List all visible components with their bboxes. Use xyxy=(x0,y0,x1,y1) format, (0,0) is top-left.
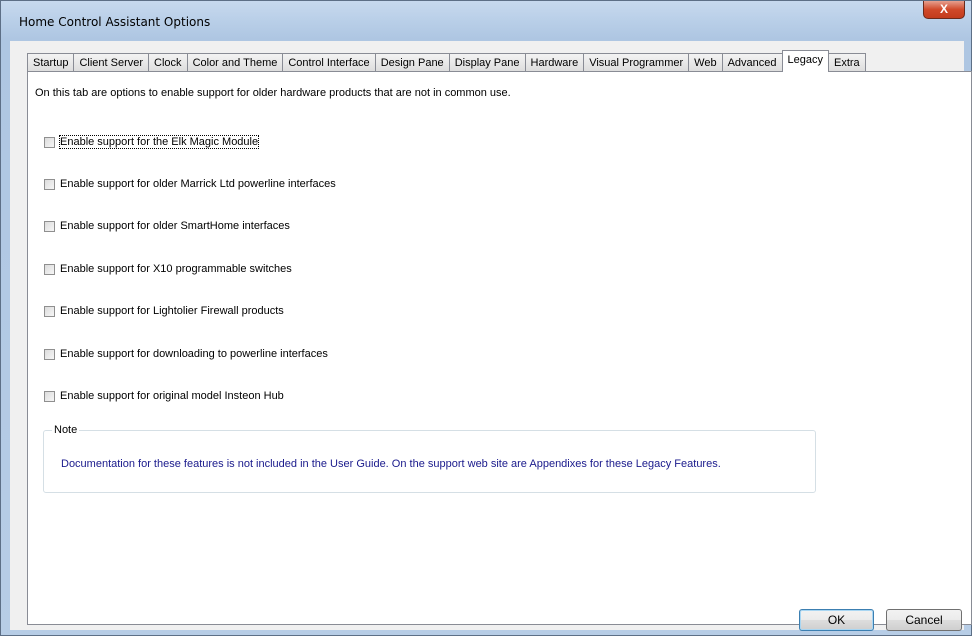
tab-clock[interactable]: Clock xyxy=(149,53,188,72)
checkbox[interactable] xyxy=(44,390,55,402)
option-label: Enable support for original model Insteo… xyxy=(60,390,284,402)
tab-strip: Startup Client Server Clock Color and Th… xyxy=(27,50,866,72)
option-label: Enable support for the Elk Magic Module xyxy=(58,135,260,149)
legacy-tab-page: On this tab are options to enable suppor… xyxy=(27,71,972,625)
checkbox[interactable] xyxy=(44,263,55,275)
checkbox[interactable] xyxy=(44,136,55,148)
option-downloading-powerline[interactable]: Enable support for downloading to powerl… xyxy=(44,347,328,361)
tab-hardware[interactable]: Hardware xyxy=(525,53,585,72)
note-groupbox: Note Documentation for these features is… xyxy=(43,424,816,493)
cancel-button[interactable]: Cancel xyxy=(886,609,962,631)
tab-client-server[interactable]: Client Server xyxy=(74,53,150,72)
option-insteon-hub[interactable]: Enable support for original model Insteo… xyxy=(44,389,284,403)
tab-display-pane[interactable]: Display Pane xyxy=(449,53,526,72)
note-text: Documentation for these features is not … xyxy=(61,458,721,470)
option-x10-switches[interactable]: Enable support for X10 programmable swit… xyxy=(44,262,292,276)
close-button[interactable]: X xyxy=(923,1,965,19)
close-icon: X xyxy=(939,2,948,16)
checkbox[interactable] xyxy=(44,305,55,317)
tab-design-pane[interactable]: Design Pane xyxy=(375,53,450,72)
checkbox[interactable] xyxy=(44,178,55,190)
tab-control-interface[interactable]: Control Interface xyxy=(283,53,376,72)
tab-web[interactable]: Web xyxy=(689,53,723,72)
checkbox[interactable] xyxy=(44,348,55,360)
tab-legacy[interactable]: Legacy xyxy=(781,50,829,72)
option-label: Enable support for older SmartHome inter… xyxy=(60,220,290,232)
tab-visual-programmer[interactable]: Visual Programmer xyxy=(584,53,690,72)
tab-extra[interactable]: Extra xyxy=(829,53,866,72)
option-label: Enable support for downloading to powerl… xyxy=(60,348,328,360)
note-title: Note xyxy=(52,424,80,436)
checkbox[interactable] xyxy=(44,220,55,232)
tab-color-and-theme[interactable]: Color and Theme xyxy=(187,53,284,72)
intro-text: On this tab are options to enable suppor… xyxy=(35,87,511,99)
option-marrick-powerline[interactable]: Enable support for older Marrick Ltd pow… xyxy=(44,177,336,191)
option-elk-magic-module[interactable]: Enable support for the Elk Magic Module xyxy=(44,135,260,149)
window-title: Home Control Assistant Options xyxy=(19,15,211,29)
option-lightolier-firewall[interactable]: Enable support for Lightolier Firewall p… xyxy=(44,304,284,318)
option-smarthome-interfaces[interactable]: Enable support for older SmartHome inter… xyxy=(44,219,290,233)
tab-advanced[interactable]: Advanced xyxy=(722,53,783,72)
tab-startup[interactable]: Startup xyxy=(27,53,75,72)
option-label: Enable support for X10 programmable swit… xyxy=(60,263,292,275)
title-bar[interactable]: Home Control Assistant Options X xyxy=(1,1,971,41)
option-label: Enable support for older Marrick Ltd pow… xyxy=(60,178,336,190)
dialog-client: Startup Client Server Clock Color and Th… xyxy=(10,41,972,630)
ok-button[interactable]: OK xyxy=(799,609,874,631)
option-label: Enable support for Lightolier Firewall p… xyxy=(60,305,284,317)
options-window: Home Control Assistant Options X Startup… xyxy=(0,0,972,636)
